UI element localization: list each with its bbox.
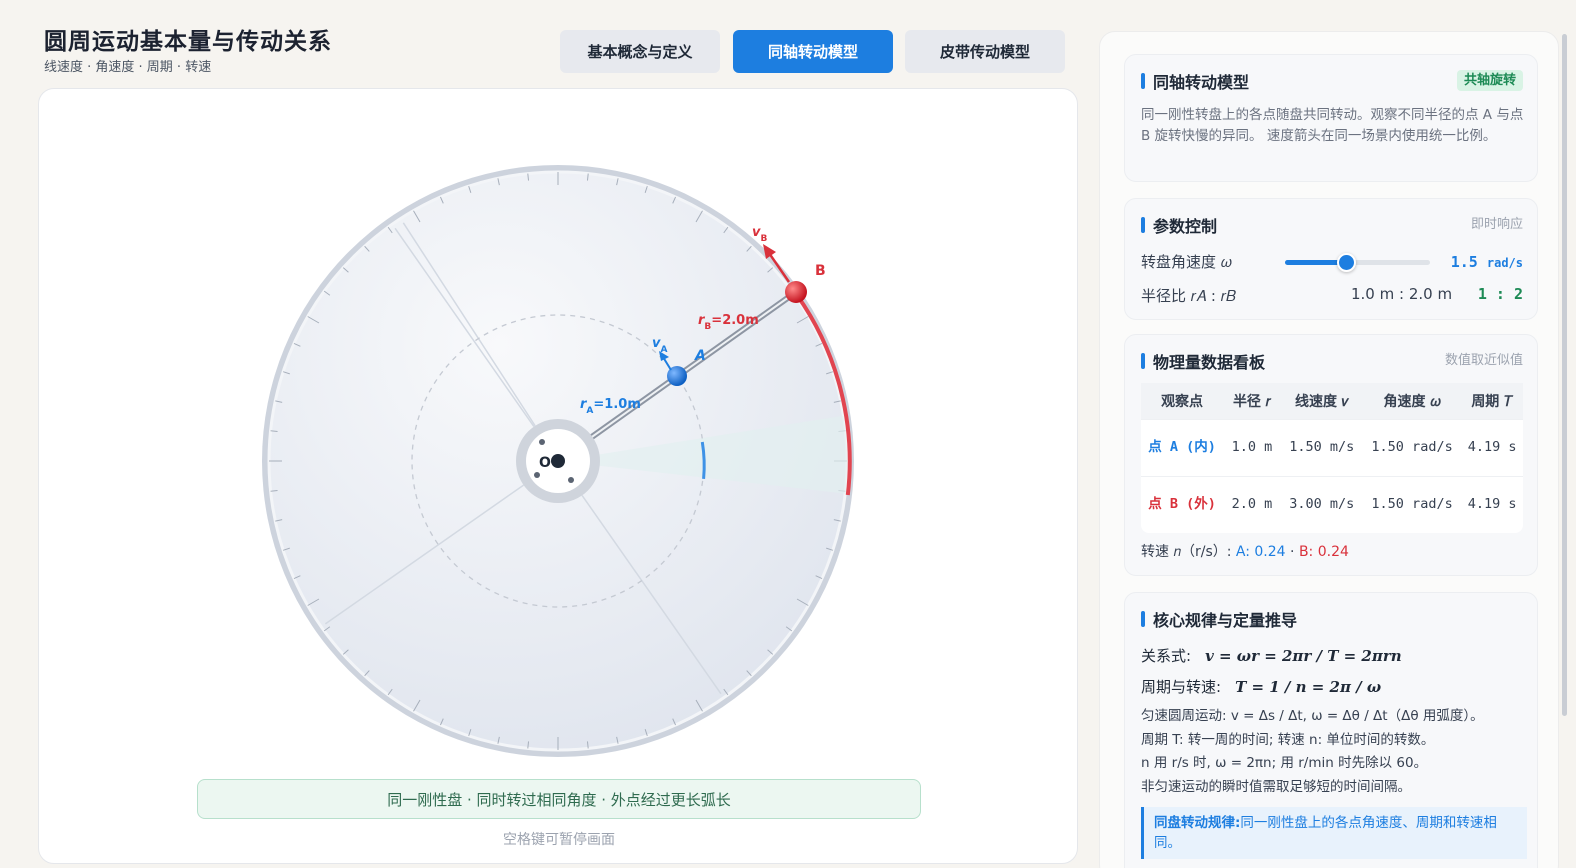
model-panel: 同轴转动模型 共轴旋转 同一刚性转盘上的各点随盘共同转动。观察不同半径的点 A … bbox=[1124, 54, 1538, 182]
model-panel-title: 同轴转动模型 bbox=[1153, 73, 1250, 92]
omega-value: 1.5 rad/s bbox=[1450, 253, 1523, 271]
page-subtitle: 线速度 · 角速度 · 周期 · 转速 bbox=[44, 60, 212, 75]
coaxial-badge: 共轴旋转 bbox=[1456, 69, 1523, 91]
point-b-marker bbox=[785, 281, 807, 303]
omega-slider[interactable] bbox=[1285, 253, 1430, 272]
cell-angular-speed: 1.50 rad/s bbox=[1362, 475, 1462, 533]
params-panel-title: 参数控制 bbox=[1153, 217, 1218, 236]
col-point: 观察点 bbox=[1141, 383, 1224, 419]
note-line: 非匀速运动的瞬时值需取足够短的时间间隔。 bbox=[1141, 778, 1411, 795]
data-panel-heading: 物理量数据看板 bbox=[1141, 349, 1265, 373]
omega-slider-thumb[interactable] bbox=[1336, 253, 1356, 272]
note-line: n 用 r/s 时, ω = 2πn; 用 r/min 时先除以 60。 bbox=[1141, 755, 1428, 771]
tab-basic-concepts[interactable]: 基本概念与定义 bbox=[560, 30, 720, 73]
cell-radius: 2.0 m bbox=[1223, 475, 1281, 533]
table-row: 点 A (内) 1.0 m 1.50 m/s 1.50 rad/s 4.19 s bbox=[1141, 418, 1523, 476]
cell-radius: 1.0 m bbox=[1223, 418, 1281, 476]
ratio-meters: 1.0 m : 2.0 m bbox=[1351, 285, 1453, 303]
cell-point: 点 A (内) bbox=[1141, 418, 1224, 476]
side-panel: 同轴转动模型 共轴旋转 同一刚性转盘上的各点随盘共同转动。观察不同半径的点 A … bbox=[1099, 31, 1559, 868]
point-b-label: B bbox=[815, 263, 826, 279]
tab-coaxial-model[interactable]: 同轴转动模型 bbox=[733, 30, 893, 73]
model-description: 同一刚性转盘上的各点随盘共同转动。观察不同半径的点 A 与点 B 旋转快慢的异同… bbox=[1141, 107, 1524, 144]
data-tag: 数值取近似值 bbox=[1444, 353, 1523, 368]
col-angular-speed: 角速度 𝜔 bbox=[1362, 383, 1462, 419]
data-panel: 物理量数据看板 数值取近似值 观察点 半径 𝑟 线速度 𝑣 角速度 𝜔 周期 𝑇… bbox=[1124, 334, 1538, 576]
ratio-simple: 1 : 2 bbox=[1477, 285, 1523, 303]
relation-formula: 关系式: v = ωr = 2πr / T = 2πrn bbox=[1141, 647, 1402, 665]
center-label: O bbox=[539, 455, 551, 471]
col-radius: 半径 𝑟 bbox=[1223, 383, 1281, 419]
cell-period: 4.19 s bbox=[1461, 475, 1523, 533]
params-panel: 参数控制 即时响应 转盘角速度 𝜔 1.5 rad/s 半径比 𝑟𝐴 : 𝑟𝐵 … bbox=[1124, 198, 1538, 320]
hub bbox=[516, 419, 600, 503]
rotating-disc-diagram: O A B vA vB rA=1.0m rB=2.0m bbox=[262, 165, 854, 757]
side-panel-scrollbar[interactable] bbox=[1562, 34, 1567, 716]
cell-angular-speed: 1.50 rad/s bbox=[1362, 418, 1462, 476]
note-line: 匀速圆周运动: v = Δs / Δt, ω = Δθ / Δt（Δθ 用弧度）… bbox=[1141, 708, 1484, 724]
law-panel-heading: 核心规律与定量推导 bbox=[1141, 607, 1297, 631]
canvas-caption: 同一刚性盘 · 同时转过相同角度 · 外点经过更长弧长 bbox=[197, 779, 921, 819]
ratio-label: 半径比 𝑟𝐴 : 𝑟𝐵 bbox=[1141, 287, 1237, 305]
rotation-speed-line: 转速 𝑛（r/s）: A: 0.24 · B: 0.24 bbox=[1141, 544, 1349, 560]
table-row: 点 B (外) 2.0 m 3.00 m/s 1.50 rad/s 4.19 s bbox=[1141, 475, 1523, 533]
cell-point: 点 B (外) bbox=[1141, 475, 1224, 533]
data-table: 观察点 半径 𝑟 线速度 𝑣 角速度 𝜔 周期 𝑇 点 A (内) 1.0 m … bbox=[1141, 383, 1523, 533]
point-a-label: A bbox=[694, 348, 706, 364]
params-tag: 即时响应 bbox=[1470, 217, 1523, 232]
omega-label: 转盘角速度 𝜔 bbox=[1141, 253, 1232, 271]
cell-linear-speed: 3.00 m/s bbox=[1280, 475, 1363, 533]
cell-linear-speed: 1.50 m/s bbox=[1280, 418, 1363, 476]
col-period: 周期 𝑇 bbox=[1461, 383, 1523, 419]
derivation-notes: 匀速圆周运动: v = Δs / Δt, ω = Δθ / Δt（Δθ 用弧度）… bbox=[1141, 705, 1527, 799]
note-line: 周期 T: 转一周的时间; 转速 n: 单位时间的转数。 bbox=[1141, 731, 1435, 748]
data-panel-title: 物理量数据看板 bbox=[1153, 353, 1266, 372]
period-formula: 周期与转速: T = 1 / n = 2π / ω bbox=[1141, 678, 1382, 696]
simulation-canvas[interactable]: O A B vA vB rA=1.0m rB=2.0m 同一刚性盘 · 同时转过… bbox=[38, 88, 1078, 864]
params-panel-heading: 参数控制 bbox=[1141, 213, 1217, 237]
page-title: 圆周运动基本量与传动关系 bbox=[44, 29, 332, 55]
pause-hint: 空格键可暂停画面 bbox=[503, 832, 615, 848]
tab-belt-model[interactable]: 皮带传动模型 bbox=[905, 30, 1065, 73]
model-panel-heading: 同轴转动模型 bbox=[1141, 69, 1249, 93]
cell-period: 4.19 s bbox=[1461, 418, 1523, 476]
law-panel: 核心规律与定量推导 关系式: v = ωr = 2πr / T = 2πrn 周期… bbox=[1124, 592, 1538, 868]
law-panel-title: 核心规律与定量推导 bbox=[1153, 611, 1298, 630]
col-linear-speed: 线速度 𝑣 bbox=[1280, 383, 1363, 419]
coaxial-law-callout: 同盘转动规律:同一刚性盘上的各点角速度、周期和转速相同。 bbox=[1141, 807, 1527, 859]
